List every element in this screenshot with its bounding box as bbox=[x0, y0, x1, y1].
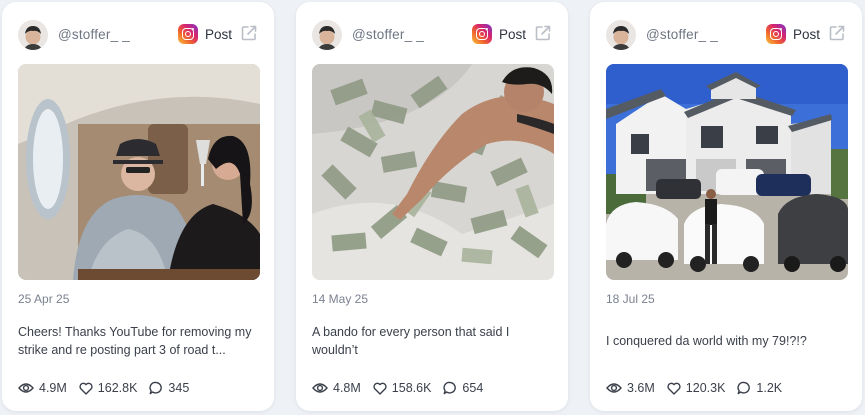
external-link-icon[interactable] bbox=[240, 24, 258, 42]
post-card[interactable]: @stoffer_ _ Post bbox=[296, 2, 568, 411]
external-link-icon[interactable] bbox=[534, 24, 552, 42]
heart-icon bbox=[667, 382, 681, 395]
post-image[interactable] bbox=[606, 64, 848, 280]
post-image[interactable] bbox=[312, 64, 554, 280]
username[interactable]: @stoffer_ _ bbox=[58, 27, 130, 42]
views-count: 3.6M bbox=[627, 381, 655, 395]
heart-icon bbox=[373, 382, 387, 395]
post-stats: 4.9M 162.8K 345 bbox=[18, 379, 201, 397]
avatar[interactable] bbox=[312, 20, 342, 50]
heart-icon bbox=[79, 382, 93, 395]
comment-icon bbox=[737, 381, 751, 395]
comments-stat: 654 bbox=[443, 381, 483, 395]
likes-stat: 158.6K bbox=[373, 381, 432, 395]
avatar[interactable] bbox=[606, 20, 636, 50]
likes-stat: 162.8K bbox=[79, 381, 138, 395]
platform-label: Post bbox=[498, 27, 526, 42]
avatar[interactable] bbox=[18, 20, 48, 50]
post-card[interactable]: @stoffer_ _ Post bbox=[590, 2, 862, 411]
comments-stat: 1.2K bbox=[737, 381, 782, 395]
views-stat: 3.6M bbox=[606, 381, 655, 395]
likes-count: 158.6K bbox=[391, 381, 432, 395]
comments-count: 1.2K bbox=[756, 381, 783, 395]
eye-icon bbox=[312, 383, 328, 393]
views-count: 4.9M bbox=[39, 381, 67, 395]
views-stat: 4.8M bbox=[312, 381, 361, 395]
views-stat: 4.9M bbox=[18, 381, 67, 395]
views-count: 4.8M bbox=[333, 381, 361, 395]
card-header: @stoffer_ _ Post bbox=[606, 18, 846, 52]
instagram-icon bbox=[766, 24, 786, 44]
platform-label: Post bbox=[792, 27, 820, 42]
comments-count: 654 bbox=[462, 381, 484, 395]
post-card[interactable]: @stoffer_ _ Post bbox=[2, 2, 274, 411]
card-header: @stoffer_ _ Post bbox=[312, 18, 552, 52]
instagram-icon bbox=[472, 24, 492, 44]
external-link-icon[interactable] bbox=[828, 24, 846, 42]
eye-icon bbox=[18, 383, 34, 393]
comment-icon bbox=[443, 381, 457, 395]
post-stats: 3.6M 120.3K 1.2K bbox=[606, 379, 794, 397]
likes-stat: 120.3K bbox=[667, 381, 726, 395]
instagram-icon bbox=[178, 24, 198, 44]
card-header: @stoffer_ _ Post bbox=[18, 18, 258, 52]
post-date: 18 Jul 25 bbox=[606, 292, 655, 306]
likes-count: 120.3K bbox=[685, 381, 726, 395]
username[interactable]: @stoffer_ _ bbox=[352, 27, 424, 42]
comments-stat: 345 bbox=[149, 381, 189, 395]
username[interactable]: @stoffer_ _ bbox=[646, 27, 718, 42]
post-image[interactable] bbox=[18, 64, 260, 280]
comments-count: 345 bbox=[168, 381, 190, 395]
eye-icon bbox=[606, 383, 622, 393]
post-date: 25 Apr 25 bbox=[18, 292, 70, 306]
post-stats: 4.8M 158.6K 654 bbox=[312, 379, 495, 397]
post-date: 14 May 25 bbox=[312, 292, 369, 306]
post-caption: Cheers! Thanks YouTube for removing my s… bbox=[18, 325, 252, 357]
comment-icon bbox=[149, 381, 163, 395]
platform-label: Post bbox=[204, 27, 232, 42]
post-caption: A bando for every person that said I wou… bbox=[312, 325, 510, 357]
post-caption: I conquered da world with my 79!?!? bbox=[606, 334, 807, 348]
likes-count: 162.8K bbox=[97, 381, 138, 395]
